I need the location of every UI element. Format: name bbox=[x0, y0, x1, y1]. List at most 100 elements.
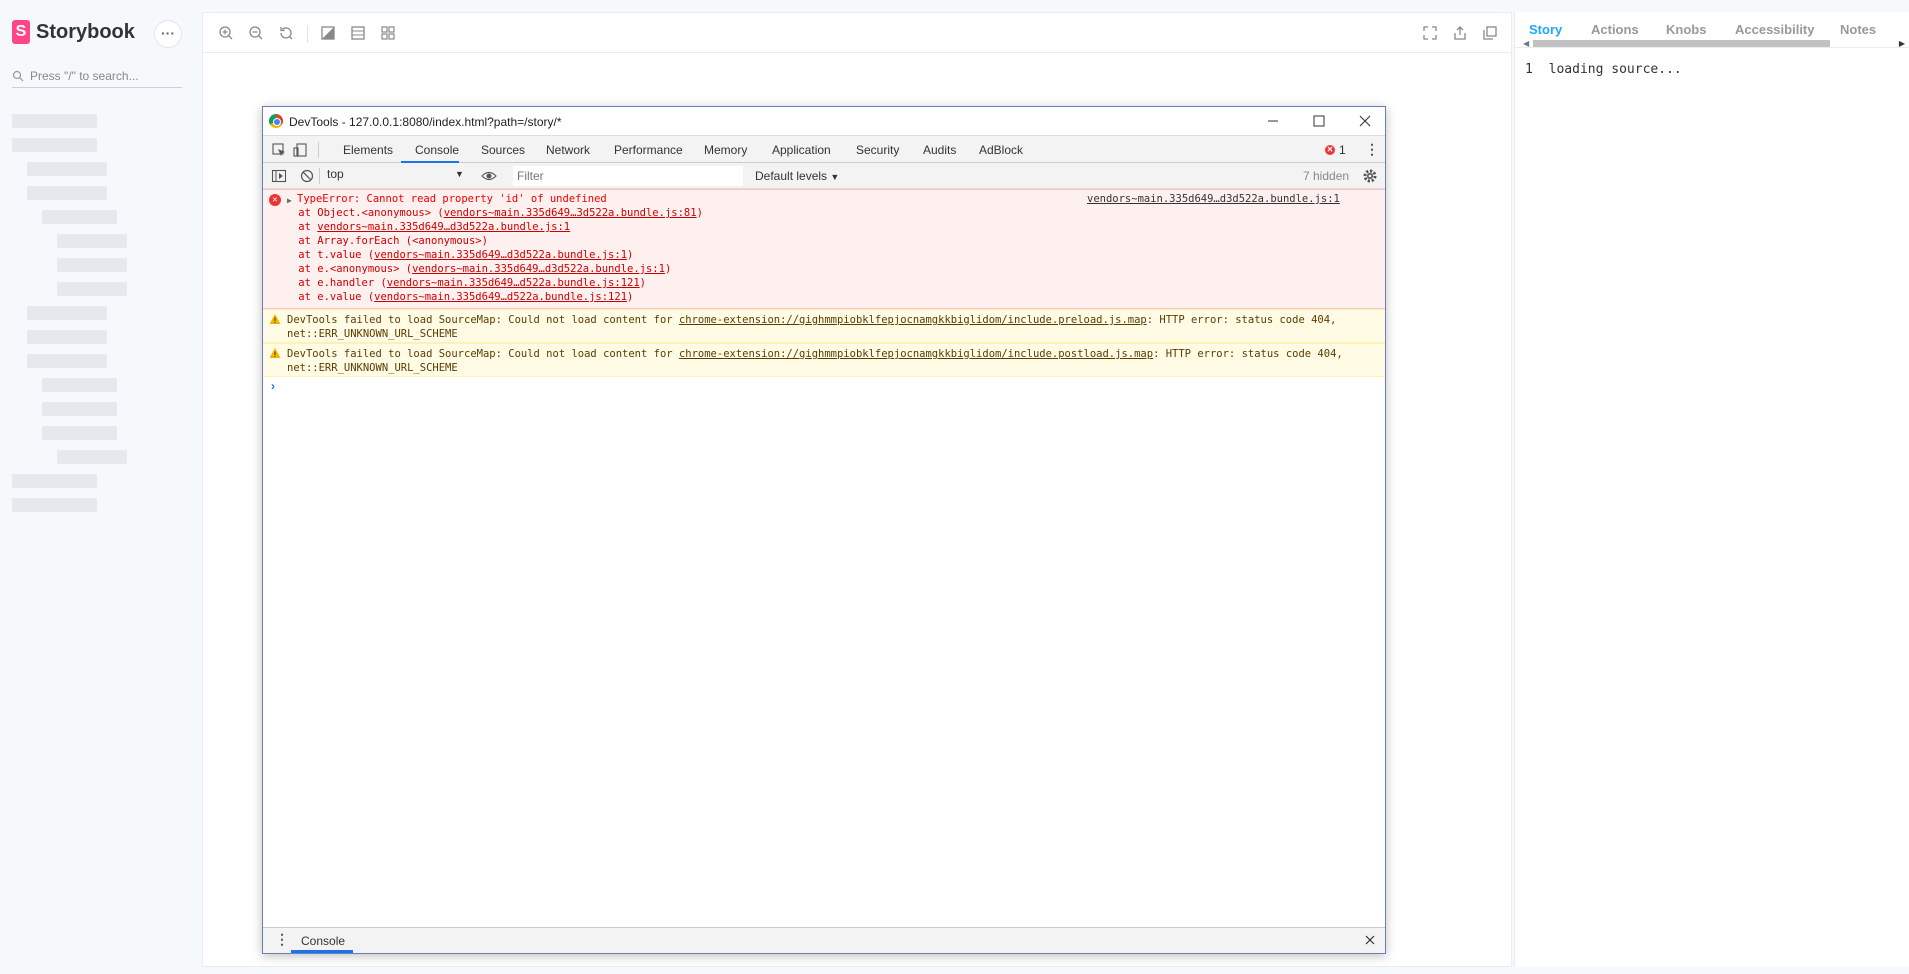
toolbar-divider bbox=[319, 168, 320, 184]
close-icon[interactable] bbox=[1355, 111, 1375, 131]
error-count-badge[interactable]: ✕ 1 bbox=[1325, 143, 1346, 157]
stack-frame: at Object.<anonymous> (vendors~main.335d… bbox=[273, 206, 703, 220]
tabs-scrollbar[interactable]: ◀ ▶ bbox=[1523, 38, 1905, 47]
tab-elements[interactable]: Elements bbox=[343, 143, 393, 157]
sidebar-skeleton bbox=[57, 450, 127, 464]
menu-button[interactable]: ··· bbox=[154, 20, 182, 48]
maximize-icon[interactable] bbox=[1309, 111, 1329, 131]
drawer-menu-icon[interactable]: ⋮ bbox=[275, 932, 289, 946]
tab-application[interactable]: Application bbox=[772, 143, 831, 157]
copy-icon[interactable] bbox=[1481, 24, 1499, 42]
stack-frame-link[interactable]: vendors~main.335d649…d522a.bundle.js:121 bbox=[387, 277, 640, 289]
source-text: loading source... bbox=[1548, 62, 1682, 77]
tab-actions[interactable]: Actions bbox=[1591, 22, 1639, 37]
outline-icon[interactable] bbox=[379, 24, 397, 42]
tab-sources[interactable]: Sources bbox=[481, 143, 525, 157]
scroll-left-icon[interactable]: ◀ bbox=[1523, 39, 1529, 47]
console-prompt[interactable]: › bbox=[271, 379, 275, 393]
share-icon[interactable] bbox=[1451, 24, 1469, 42]
stack-frame-link[interactable]: vendors~main.335d649…d3d522a.bundle.js:1 bbox=[317, 221, 570, 233]
stack-frame-text: ) bbox=[627, 291, 634, 303]
stack-frame-link[interactable]: vendors~main.335d649…3d522a.bundle.js:81 bbox=[444, 207, 697, 219]
sidebar-skeleton bbox=[27, 162, 107, 176]
tab-notes[interactable]: Notes bbox=[1840, 22, 1876, 37]
stack-frame-link[interactable]: vendors~main.335d649…d522a.bundle.js:121 bbox=[374, 291, 627, 303]
sidebar-skeleton bbox=[27, 306, 107, 320]
gear-icon[interactable] bbox=[1361, 167, 1379, 185]
brand-title: Storybook bbox=[36, 20, 135, 43]
zoom-reset-icon[interactable] bbox=[277, 24, 295, 42]
tab-performance[interactable]: Performance bbox=[614, 143, 683, 157]
sidebar-skeleton bbox=[57, 234, 127, 248]
context-select[interactable]: top bbox=[327, 167, 457, 185]
show-sidebar-icon[interactable] bbox=[271, 168, 287, 184]
storybook-logo-icon: S bbox=[12, 20, 30, 44]
brand[interactable]: S Storybook bbox=[12, 20, 135, 44]
sidebar-skeleton bbox=[42, 378, 117, 392]
minimize-icon[interactable] bbox=[1263, 111, 1283, 131]
stack-frame: at Array.forEach (<anonymous>) bbox=[273, 234, 488, 248]
scroll-right-icon[interactable]: ▶ bbox=[1899, 39, 1905, 47]
stack-frame-text: at bbox=[273, 221, 318, 233]
search-input[interactable]: Press "/" to search... bbox=[12, 64, 182, 88]
stack-frame-text: ) bbox=[627, 249, 634, 261]
stack-frame-text: ) bbox=[664, 263, 672, 275]
tab-security[interactable]: Security bbox=[856, 143, 899, 157]
console-warning-message: DevTools failed to load SourceMap: Could… bbox=[263, 309, 1385, 343]
close-drawer-icon[interactable] bbox=[1363, 933, 1377, 947]
sidebar-skeleton bbox=[12, 474, 97, 488]
sidebar-skeleton bbox=[27, 354, 107, 368]
zoom-out-icon[interactable] bbox=[247, 24, 265, 42]
drawer-tab-console[interactable]: Console bbox=[301, 934, 345, 948]
devtools-titlebar[interactable]: DevTools - 127.0.0.1:8080/index.html?pat… bbox=[263, 107, 1385, 135]
console-drawer: ⋮ Console bbox=[263, 927, 1385, 953]
zoom-in-icon[interactable] bbox=[217, 24, 235, 42]
chrome-icon bbox=[269, 114, 283, 128]
live-expression-eye-icon[interactable] bbox=[481, 168, 497, 184]
tab-memory[interactable]: Memory bbox=[704, 143, 747, 157]
active-tab-indicator bbox=[291, 950, 353, 953]
more-options-icon[interactable]: ⋮ bbox=[1365, 142, 1379, 158]
stack-frame-link[interactable]: vendors~main.335d649…d3d522a.bundle.js:1 bbox=[374, 249, 627, 261]
device-toolbar-icon[interactable] bbox=[293, 142, 309, 158]
devtools-window: DevTools - 127.0.0.1:8080/index.html?pat… bbox=[262, 106, 1386, 954]
tab-knobs[interactable]: Knobs bbox=[1666, 22, 1706, 37]
stack-frame-text: at e.handler ( bbox=[273, 277, 387, 289]
tab-network[interactable]: Network bbox=[546, 143, 590, 157]
sidebar-skeleton bbox=[12, 498, 97, 512]
log-levels-dropdown[interactable]: Default levels ▼ bbox=[755, 169, 839, 183]
inspect-element-icon[interactable] bbox=[271, 142, 287, 158]
scrollbar-thumb[interactable] bbox=[1533, 40, 1830, 47]
window-title: DevTools - 127.0.0.1:8080/index.html?pat… bbox=[289, 115, 562, 129]
filter-input[interactable] bbox=[513, 166, 743, 186]
error-icon: ✕ bbox=[1325, 145, 1335, 155]
sidebar-skeleton bbox=[12, 114, 97, 128]
background-icon[interactable] bbox=[319, 24, 337, 42]
fullscreen-icon[interactable] bbox=[1421, 24, 1439, 42]
error-source-link[interactable]: vendors~main.335d649…d3d522a.bundle.js:1 bbox=[1087, 192, 1340, 206]
addons-panel: Story Actions Knobs Accessibility Notes … bbox=[1514, 12, 1909, 967]
grid-icon[interactable] bbox=[349, 24, 367, 42]
stack-frame-text: at t.value ( bbox=[273, 249, 375, 261]
stack-frame-text: at Object.<anonymous> ( bbox=[273, 207, 444, 219]
clear-console-icon[interactable] bbox=[299, 168, 315, 184]
sourcemap-link[interactable]: chrome-extension://gighmmpiobklfepjocnam… bbox=[679, 314, 1147, 326]
sidebar-skeleton bbox=[42, 210, 117, 224]
stack-frame: at e.value (vendors~main.335d649…d522a.b… bbox=[273, 290, 633, 304]
addons-tabs: Story Actions Knobs Accessibility Notes … bbox=[1515, 12, 1909, 48]
tab-audits[interactable]: Audits bbox=[923, 143, 956, 157]
stack-frame: at e.<anonymous> (vendors~main.335d649…d… bbox=[273, 262, 671, 276]
tab-story[interactable]: Story bbox=[1529, 22, 1562, 37]
sidebar-skeleton bbox=[42, 426, 117, 440]
stack-frame-link[interactable]: vendors~main.335d649…d3d522a.bundle.js:1 bbox=[412, 263, 665, 275]
sidebar-skeleton bbox=[27, 186, 107, 200]
tab-console[interactable]: Console bbox=[415, 143, 459, 157]
tab-accessibility[interactable]: Accessibility bbox=[1735, 22, 1815, 37]
line-number: 1 bbox=[1525, 62, 1533, 77]
stack-frame-text: ) bbox=[696, 207, 703, 219]
stack-frame: at e.handler (vendors~main.335d649…d522a… bbox=[273, 276, 646, 290]
chevron-down-icon: ▼ bbox=[830, 172, 840, 182]
tab-adblock[interactable]: AdBlock bbox=[979, 143, 1023, 157]
sourcemap-link[interactable]: chrome-extension://gighmmpiobklfepjocnam… bbox=[679, 348, 1153, 360]
sidebar-skeleton bbox=[57, 282, 127, 296]
